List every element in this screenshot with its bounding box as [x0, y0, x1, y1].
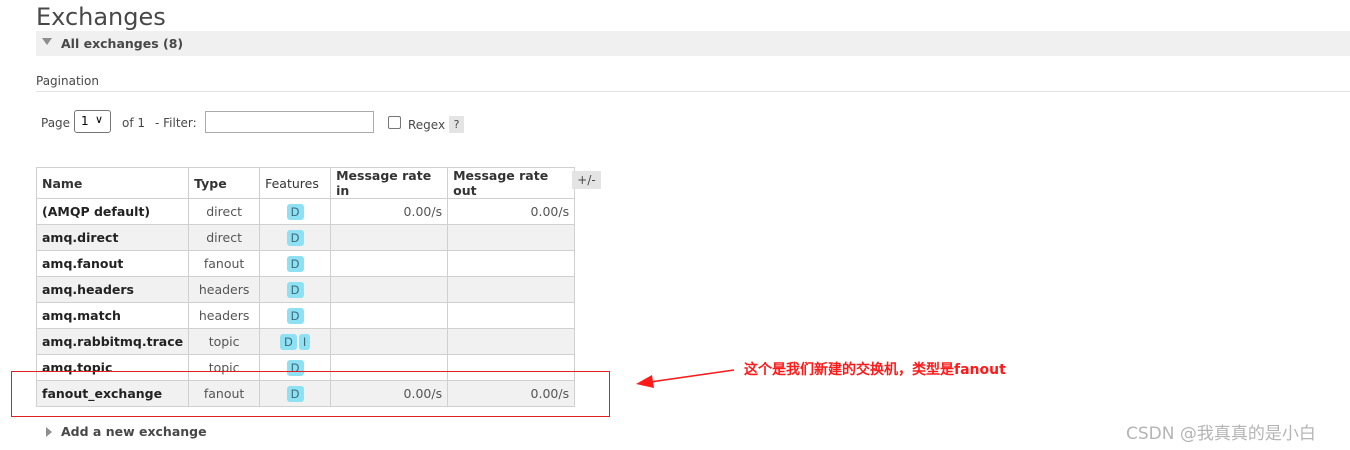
- watermark: CSDN @我真真的是小白: [1126, 424, 1316, 444]
- message-rate-out: 0.00/s: [447, 198, 576, 225]
- message-rate-in: [330, 302, 449, 329]
- filter-input[interactable]: [205, 111, 374, 133]
- column-header-features: Features: [259, 167, 332, 199]
- feature-badge: D: [286, 255, 304, 272]
- page-label: Page: [41, 116, 71, 130]
- filter-label: - Filter:: [155, 116, 197, 130]
- exchange-name-link[interactable]: amq.headers: [35, 276, 190, 303]
- table-row: amq.match headers D: [35, 302, 576, 329]
- chevron-down-icon: ∨: [95, 113, 104, 126]
- message-rate-out: [447, 224, 576, 251]
- exchange-type: headers: [188, 276, 261, 303]
- feature-badge: D: [286, 307, 304, 324]
- all-exchanges-section-header[interactable]: All exchanges (8): [36, 31, 1350, 56]
- exchange-features: D: [259, 198, 332, 225]
- message-rate-in: [330, 250, 449, 277]
- exchange-name-link[interactable]: amq.direct: [35, 224, 190, 251]
- column-header-rate-out[interactable]: Message rate out: [447, 167, 576, 199]
- highlight-box: [11, 371, 610, 417]
- message-rate-out: [447, 276, 576, 303]
- exchange-name-link[interactable]: amq.fanout: [35, 250, 190, 277]
- column-header-name[interactable]: Name: [35, 167, 190, 199]
- message-rate-in: 0.00/s: [330, 198, 449, 225]
- page-select[interactable]: 1 ∨: [74, 110, 111, 133]
- exchange-type: fanout: [188, 250, 261, 277]
- exchange-features: DI: [259, 328, 332, 355]
- table-header-row: Name Type Features Message rate in Messa…: [35, 167, 576, 199]
- exchange-type: headers: [188, 302, 261, 329]
- feature-badge: D: [286, 281, 304, 298]
- pagination-divider: [36, 91, 1350, 92]
- table-row: (AMQP default) direct D 0.00/s 0.00/s: [35, 198, 576, 225]
- feature-badge: D: [286, 203, 304, 220]
- exchange-features: D: [259, 224, 332, 251]
- feature-badge: I: [298, 333, 311, 350]
- page-select-value: 1: [81, 114, 89, 128]
- exchange-features: D: [259, 302, 332, 329]
- exchange-type: direct: [188, 198, 261, 225]
- column-header-rate-in[interactable]: Message rate in: [330, 167, 449, 199]
- pagination-title: Pagination: [36, 74, 99, 88]
- expand-triangle-icon[interactable]: [46, 427, 52, 437]
- regex-label: Regex: [408, 118, 446, 132]
- exchange-features: D: [259, 276, 332, 303]
- message-rate-in: [330, 224, 449, 251]
- exchange-features: D: [259, 250, 332, 277]
- column-header-type[interactable]: Type: [188, 167, 261, 199]
- collapse-triangle-icon[interactable]: [42, 38, 52, 45]
- exchange-name-link[interactable]: (AMQP default): [35, 198, 190, 225]
- exchange-type: topic: [188, 328, 261, 355]
- page-title: Exchanges: [36, 3, 166, 31]
- annotation-text: 这个是我们新建的交换机，类型是fanout: [744, 362, 1006, 378]
- table-row: amq.headers headers D: [35, 276, 576, 303]
- columns-toggle-button[interactable]: +/-: [572, 171, 601, 189]
- message-rate-out: [447, 302, 576, 329]
- message-rate-in: [330, 276, 449, 303]
- feature-badge: D: [279, 333, 297, 350]
- table-row: amq.fanout fanout D: [35, 250, 576, 277]
- section-label[interactable]: All exchanges (8): [61, 36, 183, 51]
- message-rate-out: [447, 250, 576, 277]
- exchange-type: direct: [188, 224, 261, 251]
- regex-help-button[interactable]: ?: [449, 116, 464, 133]
- annotation-arrow-icon: [636, 369, 735, 388]
- add-exchange-section-header[interactable]: Add a new exchange: [61, 424, 207, 439]
- exchange-name-link[interactable]: amq.rabbitmq.trace: [35, 328, 190, 355]
- exchange-name-link[interactable]: amq.match: [35, 302, 190, 329]
- page-count-label: of 1: [122, 116, 146, 130]
- message-rate-in: [330, 328, 449, 355]
- table-row: amq.rabbitmq.trace topic D I: [35, 328, 576, 355]
- table-row: amq.direct direct D: [35, 224, 576, 251]
- message-rate-out: [447, 328, 576, 355]
- feature-badge: D: [286, 229, 304, 246]
- regex-checkbox[interactable]: [388, 116, 401, 129]
